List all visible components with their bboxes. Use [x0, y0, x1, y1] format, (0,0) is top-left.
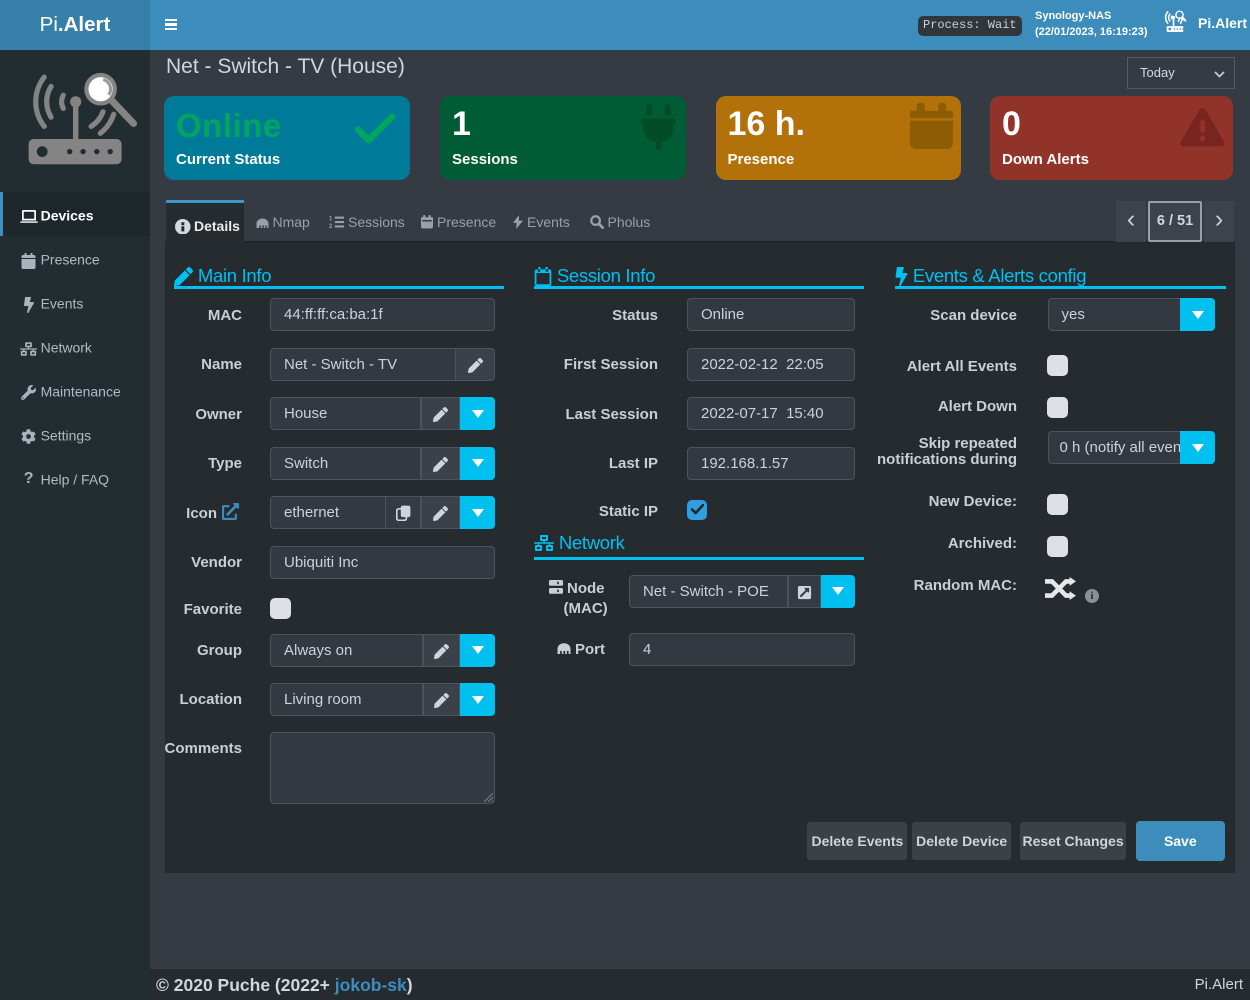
svg-text:1: 1 [329, 217, 333, 223]
svg-text:2: 2 [329, 224, 333, 228]
